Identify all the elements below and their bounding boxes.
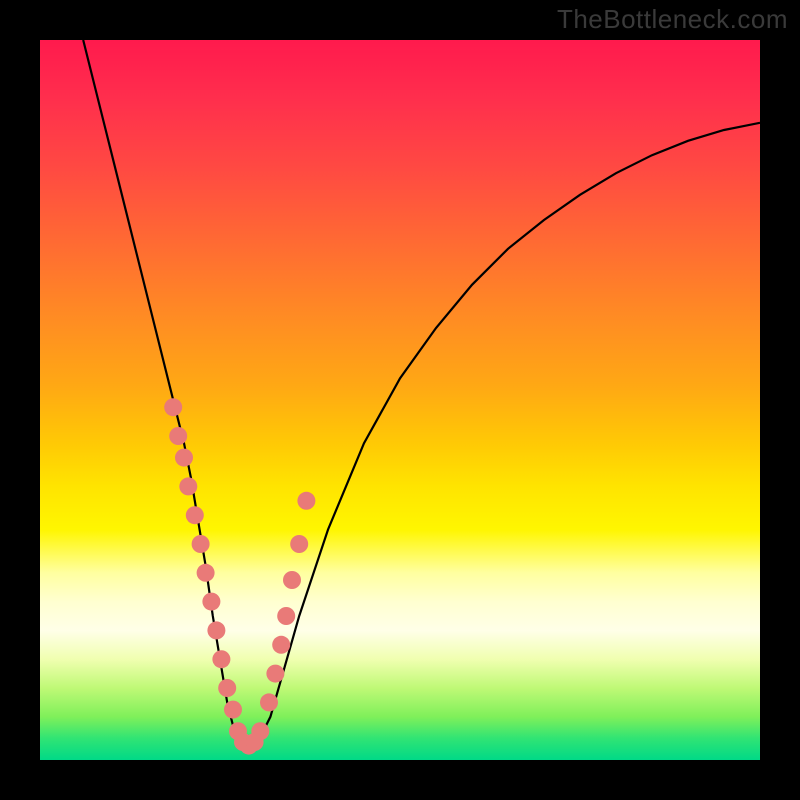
scatter-point [277, 607, 295, 625]
scatter-point [175, 449, 193, 467]
curve-line [83, 40, 760, 753]
scatter-point [218, 679, 236, 697]
scatter-point [251, 722, 269, 740]
scatter-point [197, 564, 215, 582]
scatter-point [192, 535, 210, 553]
scatter-point [297, 492, 315, 510]
scatter-points [164, 398, 315, 754]
scatter-point [260, 693, 278, 711]
scatter-point [179, 477, 197, 495]
scatter-point [207, 621, 225, 639]
scatter-point [164, 398, 182, 416]
scatter-point [290, 535, 308, 553]
scatter-point [283, 571, 301, 589]
scatter-point [272, 636, 290, 654]
scatter-point [212, 650, 230, 668]
scatter-point [266, 665, 284, 683]
chart-frame: TheBottleneck.com [0, 0, 800, 800]
watermark-text: TheBottleneck.com [557, 4, 788, 35]
scatter-point [186, 506, 204, 524]
scatter-point [202, 593, 220, 611]
scatter-point [224, 701, 242, 719]
scatter-point [169, 427, 187, 445]
plot-area [40, 40, 760, 760]
bottleneck-curve [40, 40, 760, 760]
